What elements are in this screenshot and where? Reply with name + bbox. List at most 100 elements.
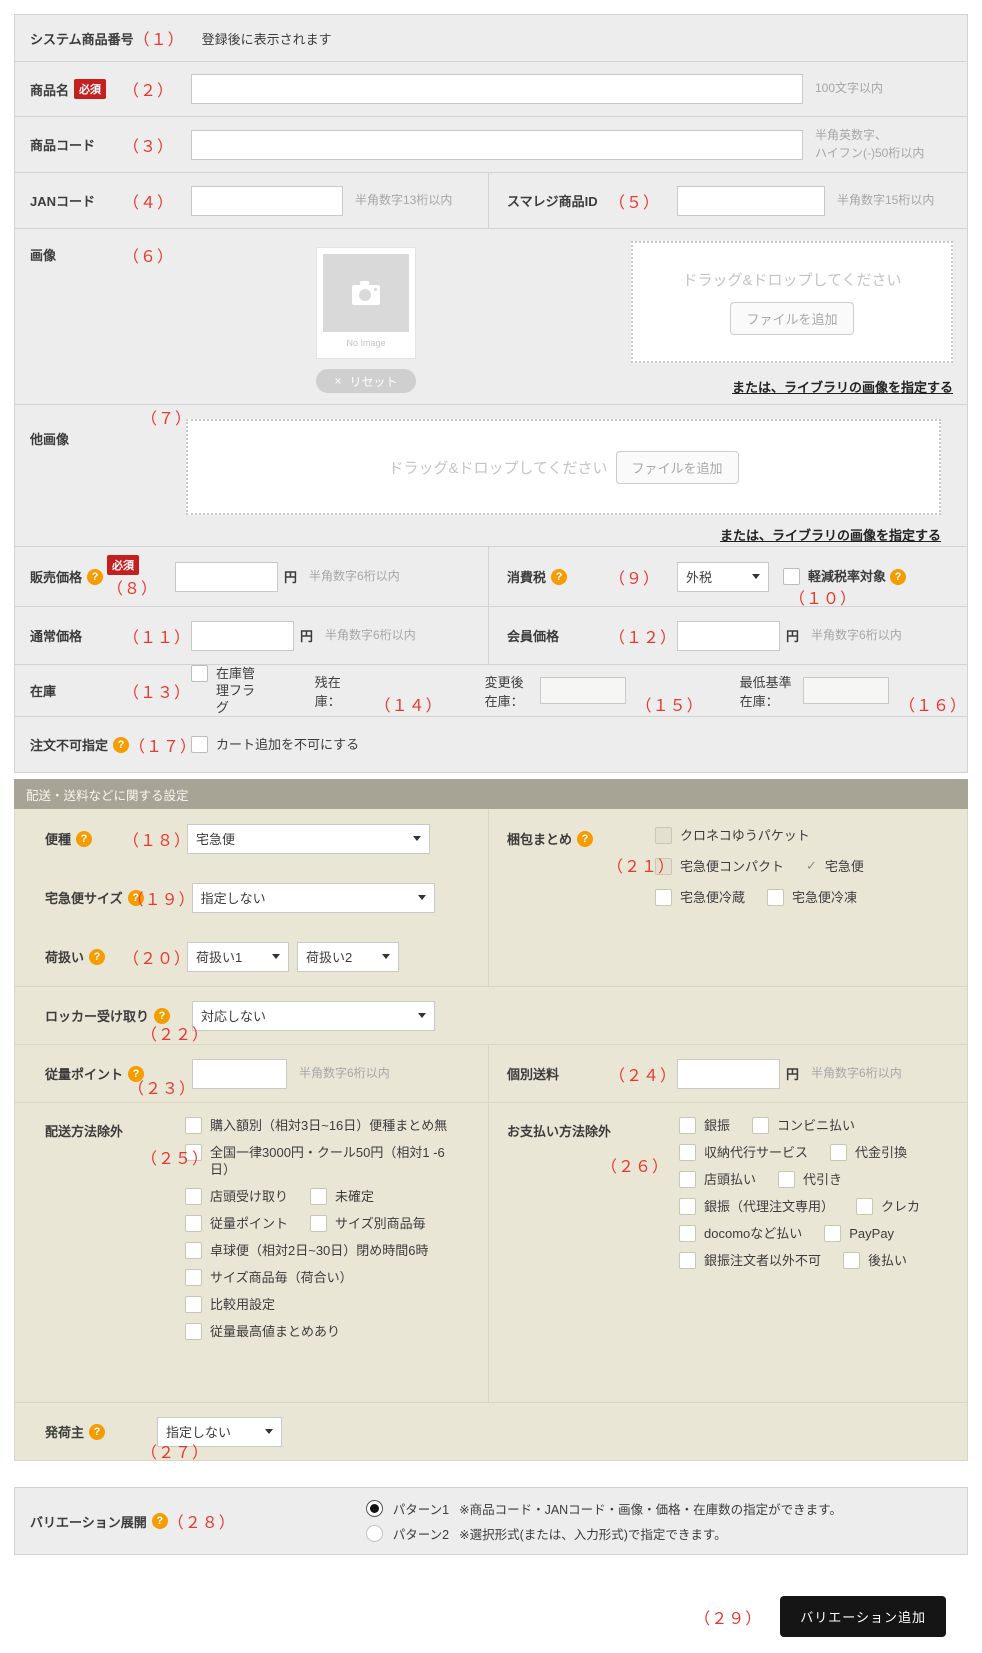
- row-image: 画像 （６） No Image × リセット: [15, 228, 967, 404]
- other-image-dropzone[interactable]: ドラッグ&ドロップしてください ファイルを追加: [186, 419, 941, 515]
- delivery-exclusion-option[interactable]: 未確定: [310, 1188, 374, 1205]
- image-dropzone[interactable]: ドラッグ&ドロップしてください ファイルを追加: [631, 241, 953, 363]
- size-select[interactable]: 指定しない: [192, 883, 435, 913]
- checkbox[interactable]: [185, 1117, 202, 1134]
- image-reset-button[interactable]: × リセット: [316, 369, 416, 393]
- help-icon[interactable]: ?: [551, 569, 567, 585]
- reduced-tax-option[interactable]: 軽減税率対象: [783, 568, 886, 585]
- required-badge: 必須: [107, 555, 139, 575]
- help-icon[interactable]: ?: [76, 831, 92, 847]
- checkbox[interactable]: [778, 1171, 795, 1188]
- variation-pattern1-option[interactable]: パターン1 ※商品コード・JANコード・画像・価格・在庫数の指定ができます。: [366, 1499, 842, 1518]
- packing-checkbox[interactable]: [655, 889, 672, 906]
- checkbox[interactable]: [679, 1252, 696, 1269]
- delivery-exclusion-option[interactable]: 全国一律3000円・クール50円（相対1 -6日）: [185, 1144, 457, 1178]
- checkbox[interactable]: [185, 1188, 202, 1205]
- indiv-input[interactable]: [677, 1059, 780, 1089]
- payment-exclusion-option[interactable]: 銀振注文者以外不可: [679, 1252, 821, 1269]
- annotation-3: （３）: [123, 133, 191, 157]
- packing-checkbox[interactable]: [767, 889, 784, 906]
- checkbox[interactable]: [843, 1252, 860, 1269]
- delivery-exclusion-option[interactable]: 購入額別（相対3日~16日）便種まとめ無: [185, 1117, 457, 1134]
- bin-type-select[interactable]: 宅急便: [187, 824, 430, 854]
- payment-exclusion-option[interactable]: 銀振: [679, 1117, 730, 1134]
- checkbox[interactable]: [185, 1269, 202, 1286]
- add-file-button[interactable]: ファイルを追加: [616, 451, 739, 484]
- delivery-exclusion-option[interactable]: 比較用設定: [185, 1296, 457, 1313]
- checkbox[interactable]: [830, 1144, 847, 1161]
- checkbox[interactable]: [310, 1188, 327, 1205]
- payment-exclusion-option[interactable]: 収納代行サービス: [679, 1144, 808, 1161]
- library-link[interactable]: または、ライブラリの画像を指定する: [732, 380, 953, 395]
- product-name-input[interactable]: [191, 74, 803, 104]
- no-order-checkbox[interactable]: [191, 736, 208, 753]
- jan-hint: 半角数字13桁以内: [355, 192, 452, 209]
- checkbox[interactable]: [856, 1198, 873, 1215]
- checkbox[interactable]: [679, 1198, 696, 1215]
- system-number-label: システム商品番号: [15, 29, 134, 48]
- checkbox[interactable]: [679, 1144, 696, 1161]
- radio-selected[interactable]: [366, 1500, 383, 1517]
- checkbox[interactable]: [824, 1225, 841, 1242]
- handling2-select[interactable]: 荷扱い2: [297, 942, 399, 972]
- payment-exclusion-option[interactable]: 店頭払い: [679, 1171, 756, 1188]
- regular-price-input[interactable]: [191, 621, 294, 651]
- jan-input[interactable]: [191, 186, 343, 216]
- help-icon[interactable]: ?: [890, 569, 906, 585]
- delivery-exclusion-option[interactable]: サイズ商品毎（荷合い）: [185, 1269, 457, 1286]
- delivery-exclusion-option[interactable]: サイズ別商品毎: [310, 1215, 426, 1232]
- checkbox[interactable]: [310, 1215, 327, 1232]
- payment-exclusion-option[interactable]: 代引き: [778, 1171, 842, 1188]
- library-link[interactable]: または、ライブラリの画像を指定する: [720, 528, 941, 543]
- checkbox[interactable]: [679, 1117, 696, 1134]
- smaregi-input[interactable]: [677, 186, 825, 216]
- min-stock-input[interactable]: [803, 677, 889, 704]
- checkbox[interactable]: [679, 1171, 696, 1188]
- help-icon[interactable]: ?: [87, 569, 103, 585]
- shipper-label: 発荷主 ?: [15, 1422, 105, 1441]
- locker-select[interactable]: 対応しない: [192, 1001, 435, 1031]
- stock-flag-option[interactable]: 在庫管理フラグ: [191, 665, 267, 716]
- delivery-exclusion-option[interactable]: 店頭受け取り: [185, 1188, 288, 1205]
- sale-price-input[interactable]: [175, 562, 278, 592]
- tax-select[interactable]: 外税: [677, 562, 769, 592]
- payment-exclusion-option[interactable]: コンビニ払い: [752, 1117, 855, 1134]
- chevron-down-icon: [752, 574, 760, 579]
- checkbox[interactable]: [679, 1225, 696, 1242]
- payment-exclusion-option[interactable]: PayPay: [824, 1225, 894, 1242]
- point-input[interactable]: [192, 1059, 287, 1089]
- payment-exclusion-option[interactable]: docomoなど払い: [679, 1225, 802, 1242]
- packing-option[interactable]: 宅急便冷蔵: [655, 889, 745, 906]
- help-icon[interactable]: ?: [89, 949, 105, 965]
- payment-exclusion-option[interactable]: 後払い: [843, 1252, 907, 1269]
- payment-exclusion-option[interactable]: 代金引換: [830, 1144, 907, 1161]
- no-order-option[interactable]: カート追加を不可にする: [191, 736, 359, 753]
- payment-exclusion-option[interactable]: クレカ: [856, 1198, 920, 1215]
- member-price-input[interactable]: [677, 621, 780, 651]
- add-file-button[interactable]: ファイルを追加: [730, 302, 853, 335]
- help-icon[interactable]: ?: [152, 1513, 168, 1529]
- help-icon[interactable]: ?: [577, 831, 593, 847]
- reduced-tax-checkbox[interactable]: [783, 568, 800, 585]
- payment-exclusion-option[interactable]: 銀振（代理注文専用）: [679, 1198, 834, 1215]
- radio-unselected[interactable]: [366, 1525, 383, 1542]
- checkbox[interactable]: [752, 1117, 769, 1134]
- help-icon[interactable]: ?: [113, 737, 129, 753]
- product-code-input[interactable]: [191, 130, 803, 160]
- after-stock-input[interactable]: [540, 677, 626, 704]
- delivery-exclusion-option[interactable]: 卓球便（相対2日~30日）閉め時間6時: [185, 1242, 457, 1259]
- checkbox[interactable]: [185, 1296, 202, 1313]
- delivery-exclusion-option[interactable]: 従量最高値まとめあり: [185, 1323, 457, 1340]
- handling1-select[interactable]: 荷扱い1: [187, 942, 289, 972]
- add-variation-button[interactable]: バリエーション追加: [780, 1596, 946, 1637]
- variation-pattern2-option[interactable]: パターン2 ※選択形式(または、入力形式)で指定できます。: [366, 1524, 842, 1543]
- checkbox[interactable]: [185, 1323, 202, 1340]
- checkbox[interactable]: [185, 1215, 202, 1232]
- packing-option[interactable]: クロネコゆうパケット: [655, 827, 864, 844]
- stock-flag-checkbox[interactable]: [191, 665, 208, 682]
- help-icon[interactable]: ?: [89, 1424, 105, 1440]
- annotation-14: （１４）: [375, 692, 443, 716]
- delivery-exclusion-option[interactable]: 従量ポイント: [185, 1215, 288, 1232]
- packing-option[interactable]: 宅急便冷凍: [767, 889, 857, 906]
- checkbox[interactable]: [185, 1242, 202, 1259]
